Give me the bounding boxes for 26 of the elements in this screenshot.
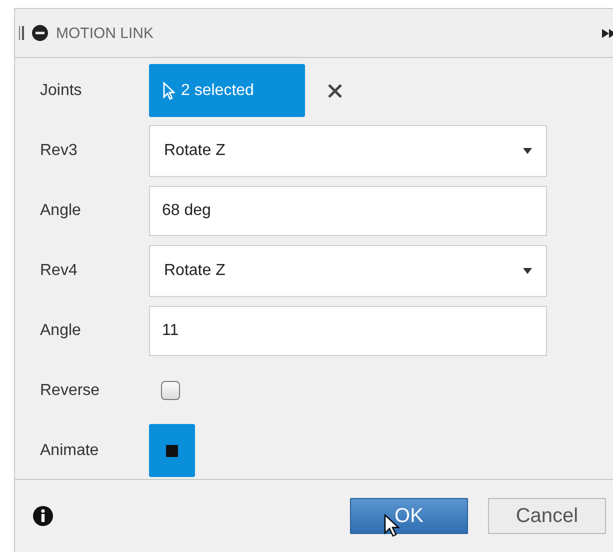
toggle-button[interactable] xyxy=(149,424,195,477)
info-icon[interactable] xyxy=(33,506,53,526)
field-label: Animate xyxy=(39,442,100,460)
grip-icon[interactable] xyxy=(19,26,24,40)
cancel-button[interactable]: Cancel xyxy=(488,498,606,534)
close-icon[interactable] xyxy=(327,82,343,98)
input-field[interactable]: 68 deg xyxy=(149,186,547,236)
collapse-icon[interactable] xyxy=(32,25,48,41)
fast-forward-icon[interactable] xyxy=(602,28,613,38)
stop-icon xyxy=(166,444,178,456)
field-label: Angle xyxy=(39,322,82,340)
panel-title: MOTION LINK xyxy=(56,24,155,42)
input-field[interactable]: 11 xyxy=(149,306,547,356)
field-label: Reverse xyxy=(39,382,101,400)
selection-button[interactable]: 2 selected xyxy=(149,64,305,117)
field-label: Joints xyxy=(39,82,83,100)
caret-icon xyxy=(523,148,532,154)
field-label: Rev4 xyxy=(39,262,78,280)
dropdown-field[interactable]: Rotate Z xyxy=(149,124,547,176)
ok-button[interactable]: OK xyxy=(350,498,468,534)
field-label: Angle xyxy=(39,202,82,220)
caret-icon xyxy=(523,268,532,274)
checkbox[interactable] xyxy=(161,381,180,400)
pointer-icon xyxy=(163,82,175,100)
field-label: Rev3 xyxy=(39,142,78,160)
dropdown-field[interactable]: Rotate Z xyxy=(149,244,547,296)
